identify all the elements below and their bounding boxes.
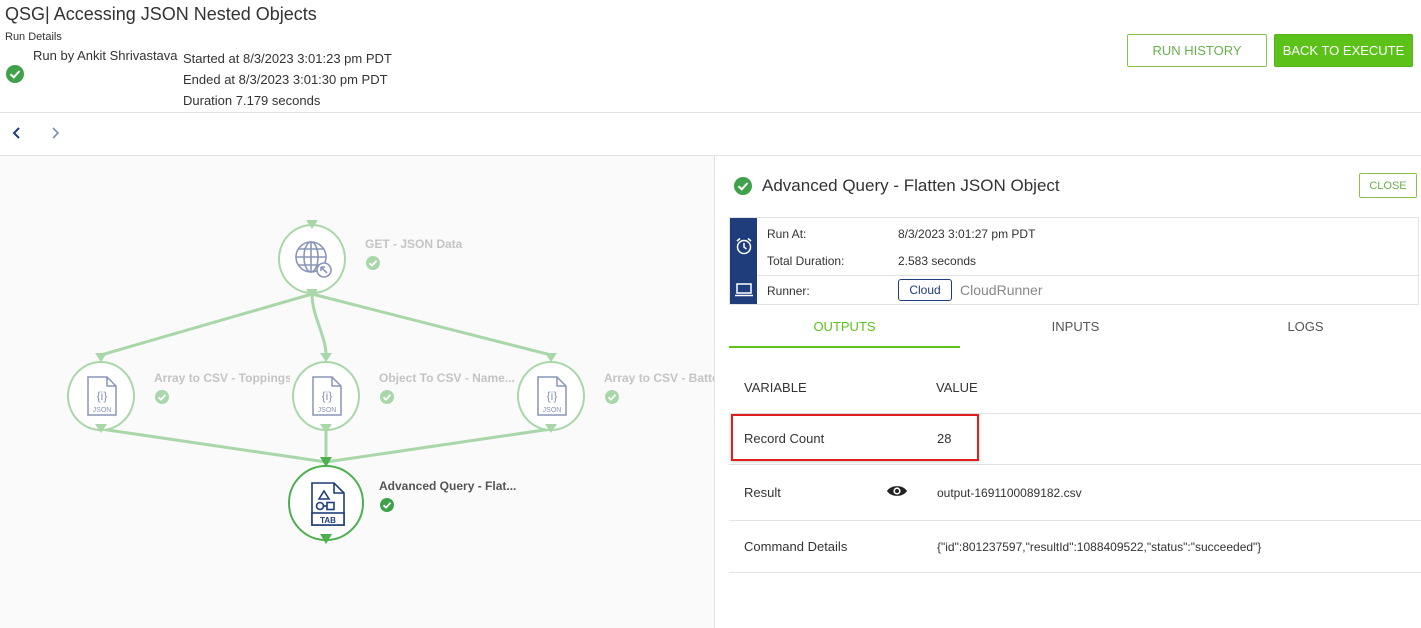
ended-at-text: Ended at 8/3/2023 3:01:30 pm PDT — [183, 72, 388, 87]
flow-node-label: Advanced Query - Flat... — [379, 479, 517, 493]
page-title: QSG| Accessing JSON Nested Objects — [5, 4, 317, 24]
tab-file-icon: TAB — [311, 482, 345, 526]
previous-arrow-icon[interactable] — [9, 125, 25, 141]
svg-text:{i}: {i} — [547, 389, 558, 403]
flow-node-object-to-csv-name[interactable]: {i} JSON — [292, 361, 360, 431]
started-at-text: Started at 8/3/2023 3:01:23 pm PDT — [183, 51, 392, 66]
input-port-icon — [320, 353, 332, 362]
variable-name: Result — [744, 485, 781, 500]
laptop-icon — [735, 283, 753, 297]
flow-node-array-to-csv-batter[interactable]: {i} JSON — [517, 361, 585, 431]
row-divider — [729, 464, 1421, 465]
svg-text:{i}: {i} — [322, 389, 333, 403]
node-success-check-icon — [155, 390, 169, 404]
svg-text:JSON: JSON — [318, 407, 337, 414]
duration-text: Duration 7.179 seconds — [183, 93, 321, 108]
runner-value: CloudRunner — [960, 282, 1043, 298]
row-divider — [729, 520, 1421, 521]
output-port-icon — [545, 424, 557, 433]
node-success-check-icon — [605, 390, 619, 404]
node-success-check-icon — [380, 390, 394, 404]
node-success-check-icon — [366, 256, 380, 270]
next-arrow-icon[interactable] — [47, 125, 63, 141]
svg-text:JSON: JSON — [543, 407, 562, 414]
variable-name: Command Details — [744, 539, 848, 554]
variable-value: {"id":801237597,"resultId":1088409522,"s… — [937, 540, 1262, 554]
panel-divider — [714, 156, 715, 628]
flow-node-label: Object To CSV - Name... — [379, 371, 515, 385]
tab-inputs[interactable]: INPUTS — [960, 319, 1191, 334]
flow-node-array-to-csv-toppings[interactable]: {i} JSON — [67, 361, 135, 431]
node-success-check-icon — [380, 498, 394, 512]
tab-outputs[interactable]: OUTPUTS — [729, 319, 960, 334]
output-port-icon — [320, 534, 332, 544]
run-at-value: 8/3/2023 3:01:27 pm PDT — [898, 227, 1036, 241]
input-port-icon — [320, 457, 332, 467]
panel-title: Advanced Query - Flatten JSON Object — [762, 176, 1060, 195]
row-divider — [729, 572, 1421, 573]
column-header-variable: VARIABLE — [744, 380, 807, 395]
svg-text:TAB: TAB — [320, 516, 336, 525]
success-check-icon — [734, 177, 752, 195]
flow-node-label: Array to CSV - Batte — [604, 371, 714, 385]
runner-badge: Cloud — [898, 279, 952, 301]
header-divider — [0, 112, 1421, 113]
svg-text:{i}: {i} — [97, 389, 108, 403]
close-button[interactable]: CLOSE — [1359, 173, 1417, 198]
flow-node-label: Array to CSV - Toppings — [154, 371, 290, 385]
active-tab-indicator — [729, 346, 960, 348]
run-details-label: Run Details — [5, 31, 62, 43]
runner-label: Runner: — [767, 284, 810, 298]
info-sidebar — [730, 218, 757, 304]
total-duration-value: 2.583 seconds — [898, 254, 977, 268]
success-check-icon — [6, 65, 24, 83]
input-port-icon — [545, 353, 557, 362]
input-port-icon — [306, 220, 318, 229]
alarm-clock-icon — [736, 237, 752, 255]
output-port-icon — [95, 424, 107, 433]
flow-node-label: GET - JSON Data — [365, 237, 463, 251]
back-to-execute-button[interactable]: BACK TO EXECUTE — [1274, 34, 1413, 67]
svg-text:JSON: JSON — [93, 407, 112, 414]
output-port-icon — [306, 289, 318, 298]
highlight-box — [731, 414, 979, 461]
eye-icon[interactable] — [886, 484, 908, 503]
run-info-box: Run At: 8/3/2023 3:01:27 pm PDT Total Du… — [729, 217, 1419, 305]
globe-icon — [295, 241, 332, 278]
total-duration-label: Total Duration: — [767, 254, 845, 268]
run-times: Started at 8/3/2023 3:01:23 pm PDT Ended… — [183, 48, 392, 111]
json-file-icon: {i} JSON — [537, 376, 567, 416]
flow-canvas[interactable]: GET - JSON Data {i} JSON Array to CSV - … — [0, 156, 714, 628]
run-at-label: Run At: — [767, 227, 807, 241]
json-file-icon: {i} JSON — [312, 376, 342, 416]
flow-node-advanced-query[interactable]: TAB — [288, 465, 364, 541]
run-history-button[interactable]: RUN HISTORY — [1127, 34, 1267, 67]
variable-value: output-1691100089182.csv — [937, 486, 1082, 500]
column-header-value: VALUE — [936, 380, 978, 395]
input-port-icon — [95, 353, 107, 362]
run-by-text: Run by Ankit Shrivastava — [33, 48, 178, 63]
flow-node-get-json-data[interactable] — [278, 224, 346, 294]
runner-row: Runner: Cloud CloudRunner — [757, 276, 1418, 304]
tab-logs[interactable]: LOGS — [1190, 319, 1421, 334]
json-file-icon: {i} JSON — [87, 376, 117, 416]
output-port-icon — [320, 424, 332, 433]
